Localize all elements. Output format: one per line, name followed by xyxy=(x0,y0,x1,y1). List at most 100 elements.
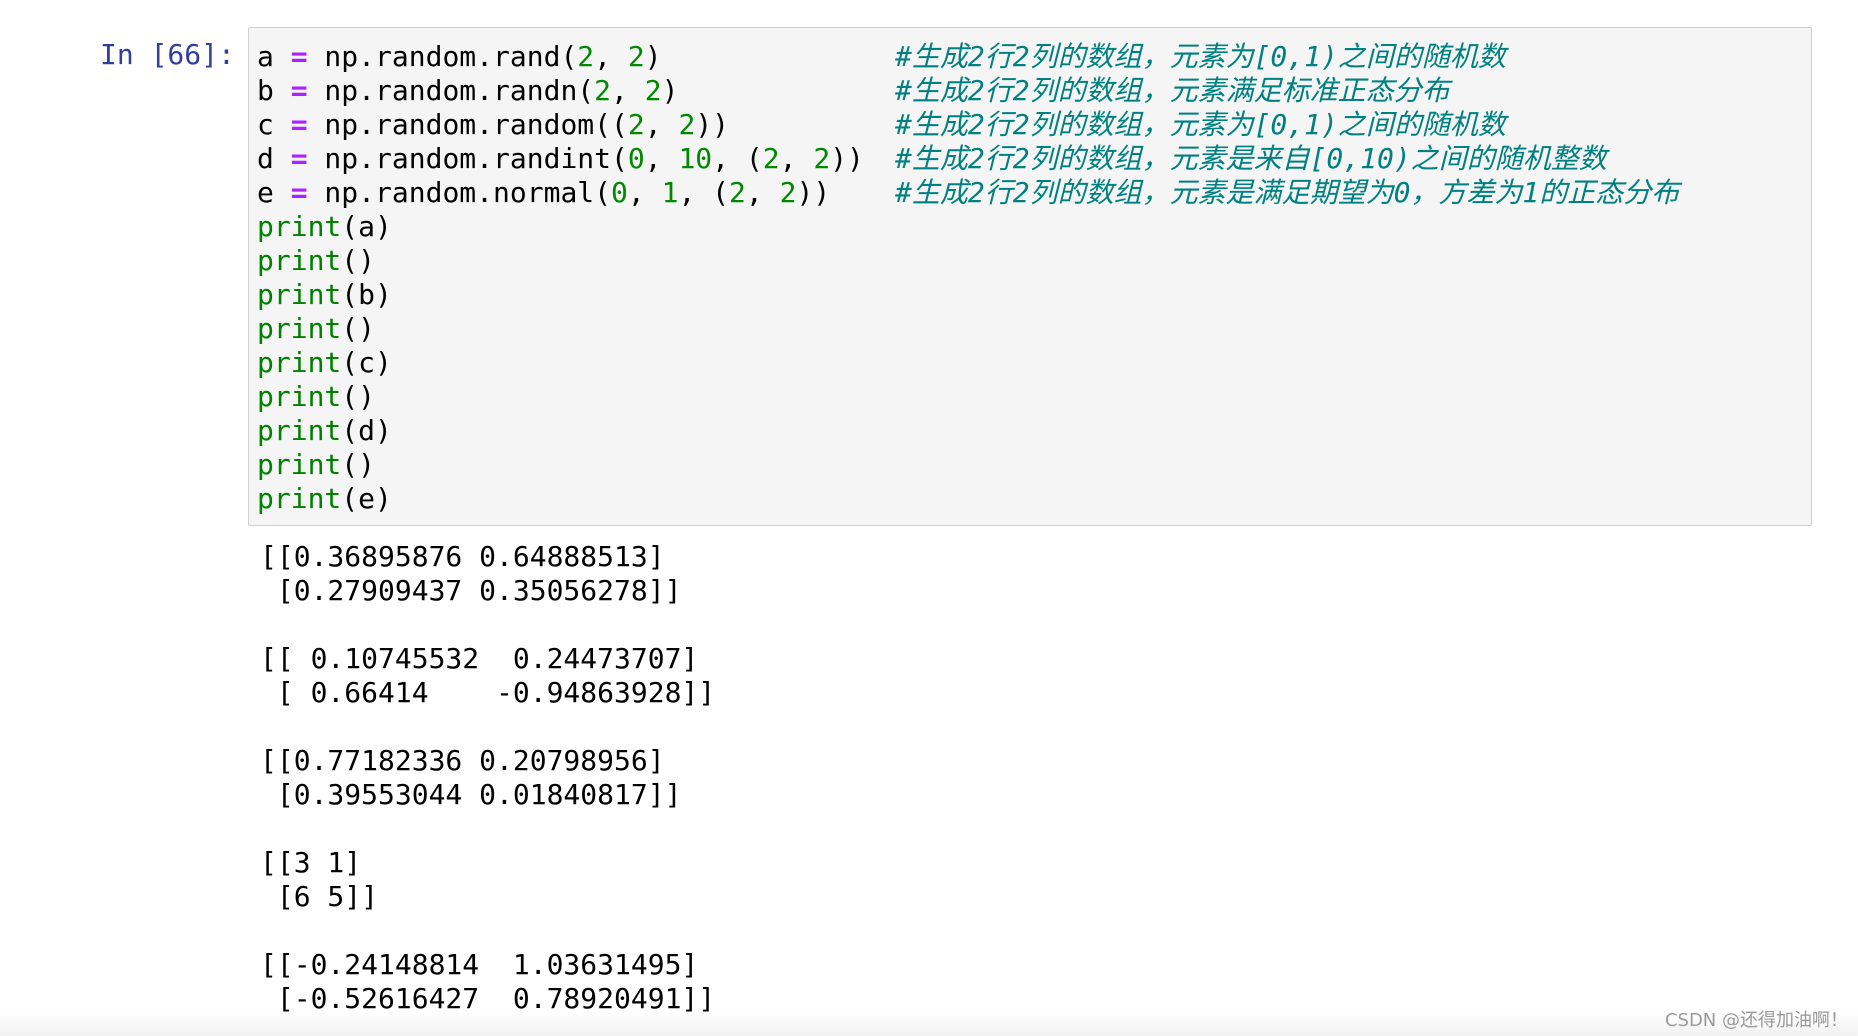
code-statement: d = np.random.randint(0, 10, (2, 2)) xyxy=(257,142,864,176)
code-token-name: () xyxy=(341,380,376,413)
code-statement: e = np.random.normal(0, 1, (2, 2)) xyxy=(257,176,830,210)
code-token-name: (b) xyxy=(341,278,392,311)
code-comment: #生成2行2列的数组，元素是来自[0,10)之间的随机整数 xyxy=(895,142,1607,175)
output-line: [ 0.66414 -0.94863928]] xyxy=(260,676,716,709)
bottom-shade xyxy=(0,1012,1858,1036)
code-token-num: 2 xyxy=(762,142,780,175)
code-token-name: np.random.randn( xyxy=(307,74,595,107)
code-token-builtin: print xyxy=(257,414,342,447)
code-statement: a = np.random.rand(2, 2) xyxy=(257,40,662,74)
notebook-cell: In [66]: a = np.random.rand(2, 2) #生成2行2列… xyxy=(0,0,1858,1036)
code-token-num: 10 xyxy=(678,142,713,175)
code-statement: b = np.random.randn(2, 2) xyxy=(257,74,678,108)
code-token-name: (a) xyxy=(341,210,392,243)
code-token-num: 2 xyxy=(594,74,612,107)
code-statement: print(b) xyxy=(257,278,392,312)
code-comment: #生成2行2列的数组，元素是满足期望为0，方差为1的正态分布 xyxy=(895,176,1680,209)
output-line: [[-0.24148814 1.03631495] xyxy=(260,948,699,981)
code-token-builtin: print xyxy=(257,312,342,345)
code-token-name: c xyxy=(257,108,291,141)
code-token-builtin: print xyxy=(257,448,342,481)
code-token-name: np.random.rand( xyxy=(307,40,578,73)
code-token-builtin: print xyxy=(257,244,342,277)
code-token-name: () xyxy=(341,244,376,277)
code-token-name: , xyxy=(627,176,662,209)
code-token-name: , xyxy=(644,108,679,141)
code-token-name: )) xyxy=(830,142,864,175)
code-statement: print() xyxy=(257,244,375,278)
code-token-num: 2 xyxy=(577,40,595,73)
code-token-name: () xyxy=(341,312,376,345)
watermark: CSDN @还得加油啊！ xyxy=(1664,1010,1848,1031)
code-token-name: )) xyxy=(796,176,831,209)
code-statement: print(a) xyxy=(257,210,392,244)
code-token-name: () xyxy=(341,448,376,481)
cell-output: [[0.36895876 0.64888513] [0.27909437 0.3… xyxy=(260,540,715,1016)
code-token-op: = xyxy=(290,108,308,141)
code-token-name: (d) xyxy=(341,414,392,447)
code-token-name: ) xyxy=(661,74,679,107)
code-token-name: np.random.random(( xyxy=(307,108,628,141)
output-line: [[ 0.10745532 0.24473707] xyxy=(260,642,699,675)
output-line: [0.39553044 0.01840817]] xyxy=(260,778,682,811)
code-comment: #生成2行2列的数组，元素满足标准正态分布 xyxy=(895,74,1450,107)
code-token-name: np.random.normal( xyxy=(307,176,612,209)
code-token-op: = xyxy=(290,40,308,73)
code-input-area[interactable]: a = np.random.rand(2, 2) #生成2行2列的数组，元素为[0… xyxy=(248,27,1812,526)
code-token-num: 2 xyxy=(678,108,696,141)
code-token-op: = xyxy=(290,176,308,209)
code-token-name: , ( xyxy=(678,176,730,209)
code-token-name: (e) xyxy=(341,482,392,515)
code-token-name: e xyxy=(257,176,291,209)
output-line: [-0.52616427 0.78920491]] xyxy=(260,982,716,1015)
code-statement: print() xyxy=(257,312,375,346)
code-token-op: = xyxy=(290,74,308,107)
code-token-builtin: print xyxy=(257,380,342,413)
code-token-name: , xyxy=(745,176,780,209)
code-statement: print() xyxy=(257,448,375,482)
output-line: [[3 1] xyxy=(260,846,362,879)
code-token-name: a xyxy=(257,40,291,73)
code-statement: c = np.random.random((2, 2)) xyxy=(257,108,729,142)
code-token-builtin: print xyxy=(257,346,342,379)
input-prompt: In [66]: xyxy=(100,38,235,71)
code-token-num: 2 xyxy=(644,74,662,107)
code-statement: print() xyxy=(257,380,375,414)
code-token-name: np.random.randint( xyxy=(307,142,628,175)
code-token-name: , xyxy=(611,74,645,107)
output-line: [[0.36895876 0.64888513] xyxy=(260,540,665,573)
code-token-name: , xyxy=(644,142,679,175)
code-token-name: )) xyxy=(695,108,730,141)
output-line: [0.27909437 0.35056278]] xyxy=(260,574,682,607)
code-token-name: b xyxy=(257,74,291,107)
code-token-name: d xyxy=(257,142,291,175)
code-token-num: 2 xyxy=(779,176,797,209)
code-statement: print(d) xyxy=(257,414,392,448)
code-token-op: = xyxy=(290,142,308,175)
code-token-builtin: print xyxy=(257,278,342,311)
code-token-builtin: print xyxy=(257,210,342,243)
code-token-name: , xyxy=(594,40,628,73)
output-line: [6 5]] xyxy=(260,880,379,913)
code-token-num: 0 xyxy=(611,176,628,209)
code-comment: #生成2行2列的数组，元素为[0,1)之间的随机数 xyxy=(895,40,1506,73)
code-token-num: 1 xyxy=(661,176,679,209)
code-token-num: 2 xyxy=(627,40,645,73)
code-token-name: , ( xyxy=(712,142,763,175)
code-token-name: , xyxy=(779,142,814,175)
code-comment: #生成2行2列的数组，元素为[0,1)之间的随机数 xyxy=(895,108,1506,141)
output-line: [[0.77182336 0.20798956] xyxy=(260,744,665,777)
code-token-name: ) xyxy=(644,40,662,73)
code-token-num: 2 xyxy=(813,142,831,175)
code-token-num: 2 xyxy=(627,108,645,141)
code-token-builtin: print xyxy=(257,482,342,515)
code-token-num: 0 xyxy=(627,142,645,175)
code-token-num: 2 xyxy=(729,176,746,209)
code-statement: print(e) xyxy=(257,482,392,516)
code-token-name: (c) xyxy=(341,346,392,379)
code-statement: print(c) xyxy=(257,346,392,380)
